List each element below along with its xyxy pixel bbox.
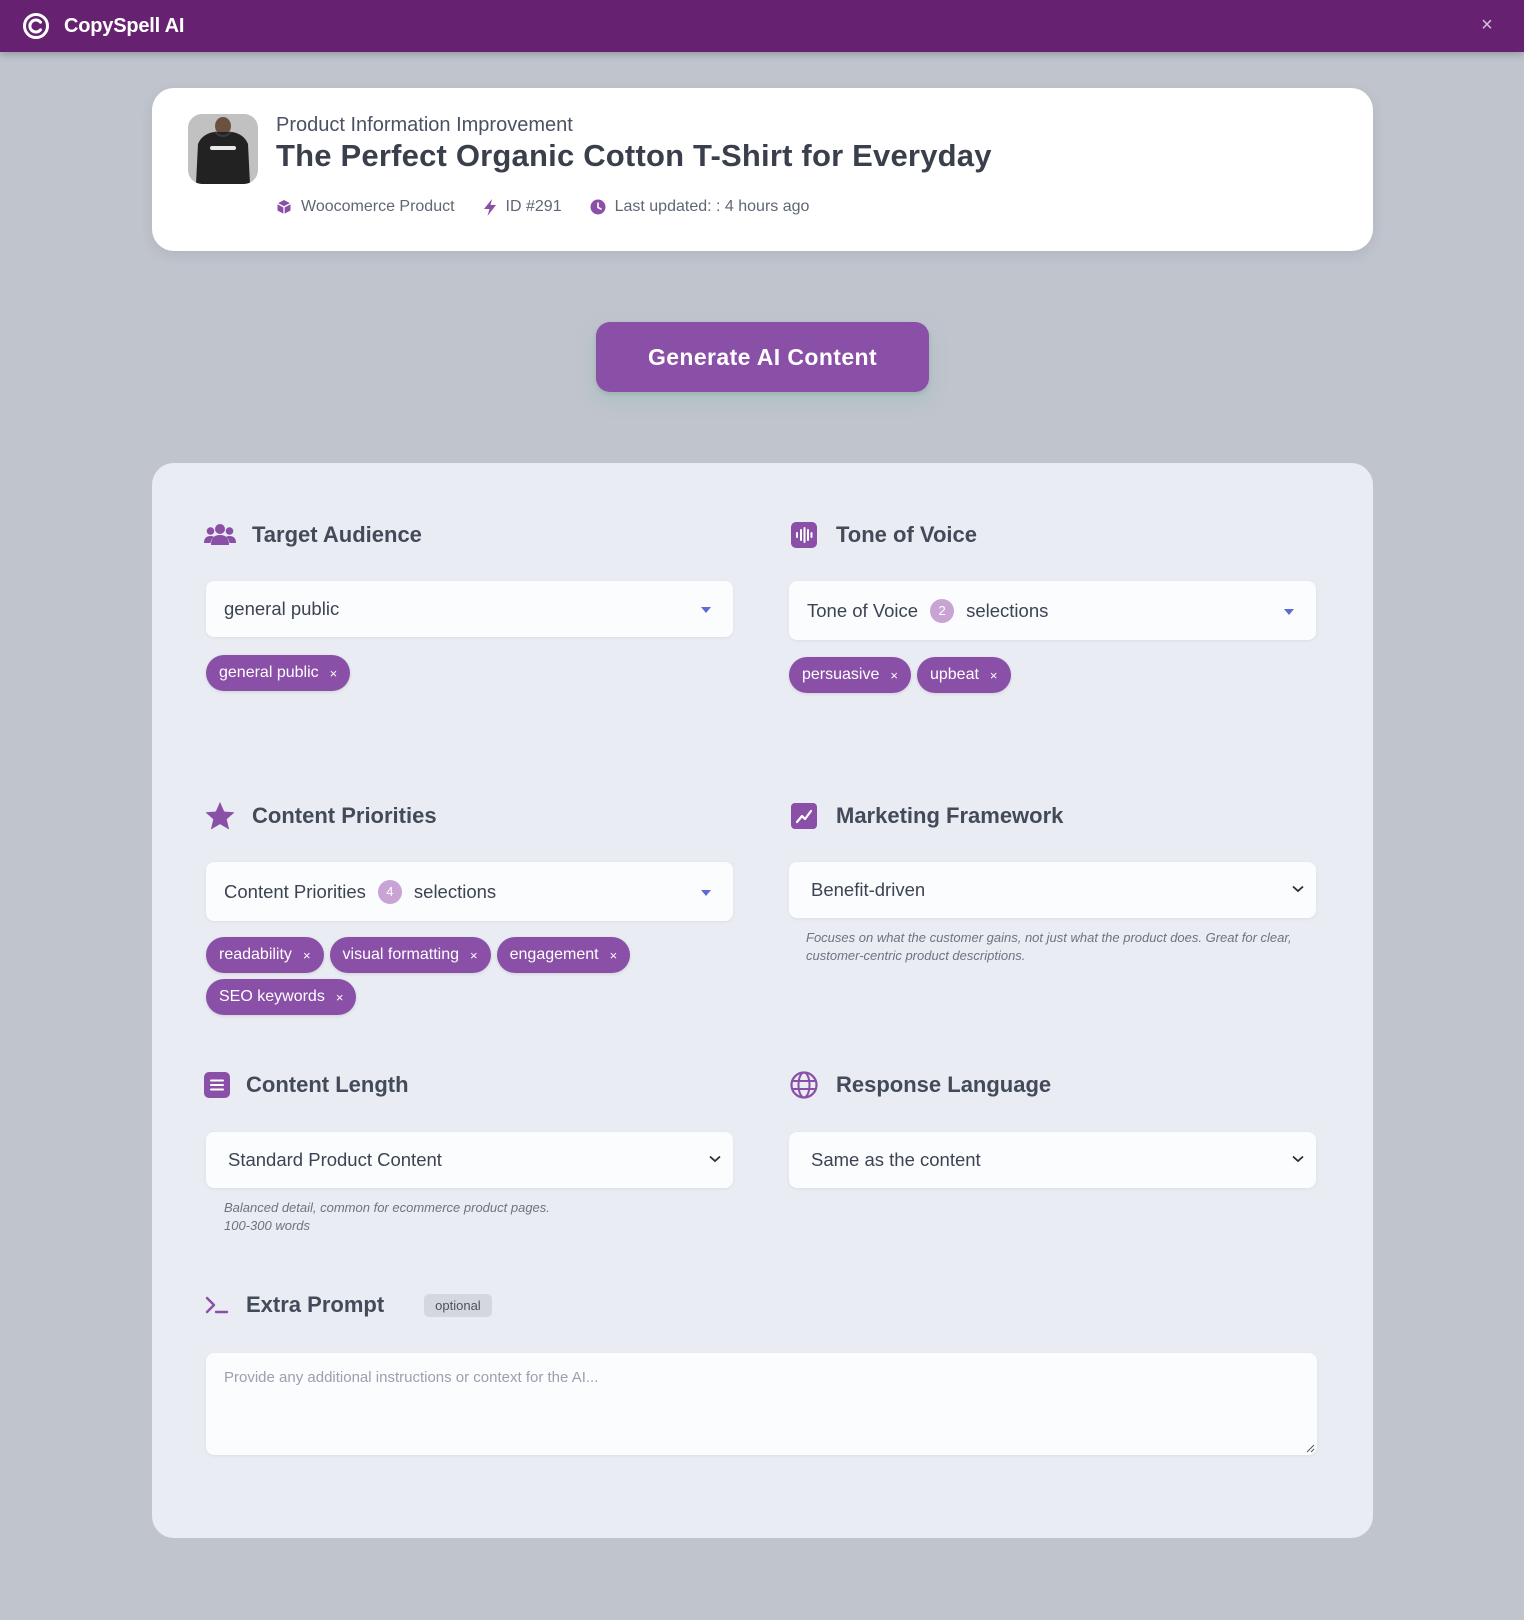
target-audience-chips: general public ×	[206, 655, 351, 691]
marketing-framework-hint: Focuses on what the customer gains, not …	[806, 930, 1292, 963]
lines-icon	[204, 1069, 230, 1101]
chip-label: SEO keywords	[219, 988, 325, 1005]
content-length-value: Standard Product Content	[228, 1149, 442, 1170]
remove-chip-icon[interactable]: ×	[330, 666, 338, 681]
remove-chip-icon[interactable]: ×	[336, 990, 344, 1005]
content-length-hint: Balanced detail, common for ecommerce pr…	[224, 1199, 550, 1235]
settings-panel: Target Audience general public general p…	[152, 463, 1373, 1538]
chip-label: readability	[219, 946, 292, 963]
marketing-framework-heading: Marketing Framework	[788, 800, 1063, 832]
target-audience-title: Target Audience	[252, 522, 422, 547]
content-priorities-chips: readability × visual formatting × engage…	[206, 937, 733, 1015]
priorities-count-suffix: selections	[413, 880, 497, 902]
page-subtitle: Product Information Improvement	[276, 114, 573, 136]
meta-updated-text: Last updated: : 4 hours ago	[614, 198, 810, 215]
app-title: CopySpell AI	[64, 14, 185, 37]
product-header-card: Product Information Improvement The Perf…	[152, 88, 1373, 251]
app-header-bar: CopySpell AI ×	[0, 0, 1524, 52]
response-language-title: Response Language	[836, 1072, 1052, 1097]
tone-of-voice-select[interactable]: Tone of Voice 2 selections	[789, 581, 1316, 640]
target-audience-heading: Target Audience	[204, 519, 422, 551]
response-language-value: Same as the content	[811, 1149, 981, 1170]
product-thumbnail	[188, 114, 258, 184]
tone-field-label: Tone of Voice	[807, 599, 919, 621]
generate-ai-content-button[interactable]: Generate AI Content	[596, 322, 929, 392]
tone-of-voice-chips: persuasive × upbeat ×	[789, 657, 1011, 693]
response-language-select[interactable]: Same as the content	[789, 1132, 1316, 1188]
chip-visual-formatting: visual formatting ×	[329, 937, 491, 973]
caret-down-icon	[1284, 609, 1294, 615]
chip-label: general public	[219, 664, 319, 681]
chip-upbeat: upbeat ×	[916, 657, 1011, 693]
remove-chip-icon[interactable]: ×	[610, 948, 618, 963]
response-language-heading: Response Language	[788, 1069, 1051, 1101]
chevron-down-icon	[1292, 880, 1304, 896]
tone-count-badge: 2	[930, 598, 955, 623]
chevron-down-icon	[709, 1150, 721, 1166]
remove-chip-icon[interactable]: ×	[303, 948, 311, 963]
chip-persuasive: persuasive ×	[789, 657, 911, 693]
content-length-title: Content Length	[246, 1072, 409, 1097]
content-priorities-heading: Content Priorities	[204, 800, 437, 832]
caret-down-icon	[701, 607, 711, 613]
tone-of-voice-heading: Tone of Voice	[788, 519, 977, 551]
target-audience-select[interactable]: general public	[206, 581, 733, 637]
meta-updated: Last updated: : 4 hours ago	[590, 198, 810, 216]
chip-seo-keywords: SEO keywords ×	[206, 979, 357, 1015]
priorities-field-label: Content Priorities	[224, 880, 366, 902]
users-icon	[204, 519, 236, 551]
chevron-down-icon	[1292, 1150, 1304, 1166]
chip-label: persuasive	[802, 666, 880, 683]
extra-prompt-textarea[interactable]: Provide any additional instructions or c…	[206, 1353, 1317, 1455]
terminal-icon	[204, 1289, 230, 1321]
remove-chip-icon[interactable]: ×	[470, 948, 478, 963]
extra-prompt-title: Extra Prompt	[246, 1292, 385, 1317]
chip-label: visual formatting	[342, 946, 460, 963]
meta-id-text: ID #291	[505, 198, 562, 215]
optional-badge: optional	[424, 1293, 492, 1317]
product-title: The Perfect Organic Cotton T-Shirt for E…	[276, 138, 992, 173]
resize-handle-icon[interactable]	[1305, 1443, 1315, 1453]
marketing-framework-title: Marketing Framework	[836, 803, 1064, 828]
cube-icon	[277, 200, 291, 214]
chip-readability: readability ×	[206, 937, 324, 973]
tone-of-voice-title: Tone of Voice	[836, 522, 977, 547]
chip-label: upbeat	[929, 666, 979, 683]
caret-down-icon	[701, 890, 711, 896]
content-length-hint-line2: 100-300 words	[224, 1218, 310, 1233]
lightning-icon	[483, 198, 496, 216]
clock-icon	[590, 199, 606, 215]
trend-chart-icon	[788, 800, 820, 832]
tone-count-suffix: selections	[966, 599, 1049, 621]
content-priorities-select[interactable]: Content Priorities 4 selections	[206, 862, 733, 921]
copyspell-logo-icon	[23, 13, 49, 39]
chip-general-public: general public ×	[206, 655, 351, 691]
product-meta: Woocomerce Product ID #291 Last updated:…	[276, 198, 837, 216]
meta-source-text: Woocomerce Product	[301, 198, 455, 215]
meta-id: ID #291	[483, 198, 562, 216]
globe-icon	[788, 1069, 820, 1101]
content-length-heading: Content Length	[204, 1069, 409, 1101]
remove-chip-icon[interactable]: ×	[890, 668, 898, 683]
extra-prompt-placeholder: Provide any additional instructions or c…	[224, 1369, 599, 1386]
close-icon[interactable]: ×	[1476, 14, 1498, 36]
waveform-icon	[788, 519, 820, 551]
star-icon	[204, 800, 236, 832]
content-length-hint-line1: Balanced detail, common for ecommerce pr…	[224, 1200, 550, 1215]
content-priorities-title: Content Priorities	[252, 803, 437, 828]
meta-source: Woocomerce Product	[276, 198, 455, 216]
priorities-count-badge: 4	[377, 879, 402, 904]
chip-label: engagement	[509, 946, 599, 963]
marketing-framework-value: Benefit-driven	[811, 879, 926, 900]
marketing-framework-select[interactable]: Benefit-driven	[789, 862, 1316, 918]
content-length-select[interactable]: Standard Product Content	[206, 1132, 733, 1188]
chip-engagement: engagement ×	[496, 937, 631, 973]
extra-prompt-heading: Extra Prompt optional	[204, 1289, 492, 1321]
target-audience-value: general public	[224, 598, 340, 619]
remove-chip-icon[interactable]: ×	[990, 668, 998, 683]
